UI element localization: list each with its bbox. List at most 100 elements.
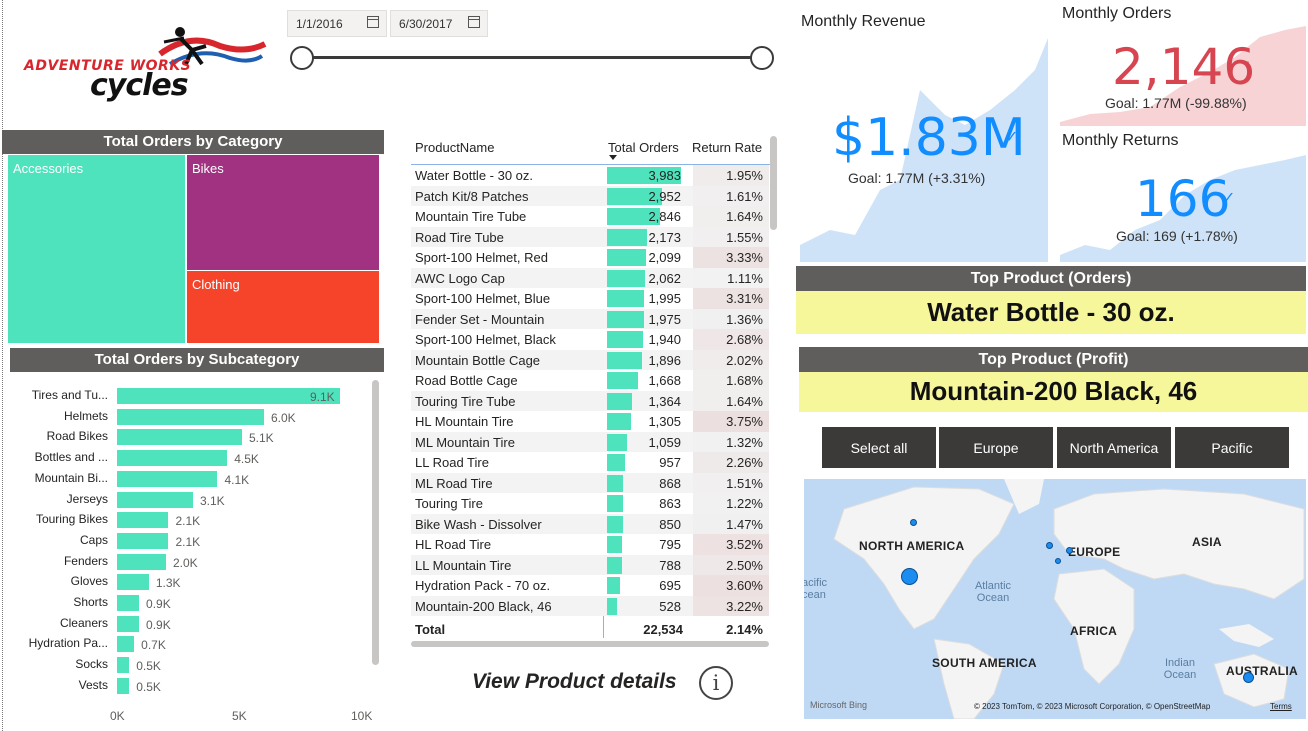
map-bubble[interactable] (1243, 672, 1254, 683)
total-orders-cell: 868 (607, 473, 683, 494)
table-row[interactable]: HL Mountain Tire 1,305 3.75% (411, 411, 769, 432)
calendar-icon[interactable] (468, 16, 480, 28)
orders-databar (607, 474, 624, 492)
table-row[interactable]: ML Road Tire 868 1.51% (411, 472, 769, 494)
table-row[interactable]: Fender Set - Mountain 1,975 1.36% (411, 308, 769, 329)
map-bubble[interactable] (901, 568, 918, 585)
column-header-productname[interactable]: ProductName (415, 140, 494, 155)
bar-label: Hydration Pa... (28, 636, 108, 651)
start-date-input[interactable]: 1/1/2016 (287, 10, 387, 37)
date-range-slider-track[interactable] (302, 56, 762, 59)
orders-value: 528 (659, 598, 681, 614)
region-button-select-all[interactable]: Select all (821, 426, 937, 469)
bar[interactable] (117, 615, 140, 632)
table-scrollbar-horizontal[interactable] (411, 641, 769, 647)
table-row[interactable]: Mountain-200 Black, 46 528 3.22% (411, 595, 769, 616)
table-row[interactable]: Hydration Pack - 70 oz. 695 3.60% (411, 575, 769, 596)
product-name-cell: Mountain Tire Tube (415, 209, 527, 224)
total-label: Total (415, 622, 446, 637)
date-slider-end-handle[interactable] (750, 46, 774, 70)
product-name-cell: Touring Tire (415, 496, 483, 511)
map-bubble[interactable] (910, 519, 917, 526)
table-row[interactable]: ML Mountain Tire 1,059 1.32% (411, 431, 769, 452)
total-orders-cell: 1,995 (607, 288, 683, 309)
total-orders-cell: 1,305 (607, 411, 683, 432)
total-orders: 22,534 (643, 622, 683, 637)
return-rate-value: 3.31% (726, 291, 763, 306)
bar-value-label: 0.7K (141, 638, 166, 653)
end-date-input[interactable]: 6/30/2017 (390, 10, 488, 37)
top-product-profit-header: Top Product (Profit) (799, 347, 1308, 372)
table-row[interactable]: Sport-100 Helmet, Black 1,940 2.68% (411, 329, 769, 350)
map-terms-link[interactable]: Terms (1270, 702, 1292, 711)
return-rate-cell: 1.64% (693, 206, 769, 227)
treemap-title: Total Orders by Category (2, 130, 384, 154)
column-header-total-orders[interactable]: Total Orders (608, 140, 679, 155)
product-table-body: Water Bottle - 30 oz. 3,983 1.95% Patch Kit… (0, 165, 780, 616)
checkmark-icon: ✓ (1005, 129, 1019, 146)
region-button-north-america[interactable]: North America (1056, 426, 1172, 469)
return-rate-cell: 1.36% (693, 308, 769, 329)
map-label-north-america: NORTH AMERICA (859, 539, 965, 553)
table-row[interactable]: Touring Tire Tube 1,364 1.64% (411, 390, 769, 411)
orders-value: 868 (659, 475, 681, 491)
total-orders-cell: 2,846 (607, 206, 683, 227)
total-return-rate: 2.14% (726, 622, 763, 637)
bar[interactable] (117, 657, 130, 674)
table-row[interactable]: Sport-100 Helmet, Blue 1,995 3.31% (411, 288, 769, 309)
table-row[interactable]: Road Tire Tube 2,173 1.55% (411, 226, 769, 247)
orders-databar (607, 351, 643, 369)
region-button-pacific[interactable]: Pacific (1174, 426, 1290, 469)
sort-descending-icon (609, 155, 617, 160)
world-map[interactable]: NORTH AMERICA EUROPE ASIA AFRICA SOUTH A… (804, 479, 1306, 719)
orders-value: 1,995 (648, 291, 681, 306)
table-row[interactable]: LL Road Tire 957 2.26% (411, 452, 769, 473)
return-rate-value: 1.64% (726, 209, 763, 224)
product-name-cell: HL Road Tire (415, 537, 492, 552)
table-row[interactable]: Patch Kit/8 Patches 2,952 1.61% (411, 185, 769, 206)
orders-value: 2,952 (648, 188, 681, 204)
map-bubble[interactable] (1066, 547, 1073, 554)
table-row[interactable]: HL Road Tire 795 3.52% (411, 534, 769, 555)
table-row[interactable]: Water Bottle - 30 oz. 3,983 1.95% (411, 165, 769, 186)
table-row[interactable]: Road Bottle Cage 1,668 1.68% (411, 370, 769, 391)
table-row[interactable]: Touring Tire 863 1.22% (411, 493, 769, 514)
table-row[interactable]: Mountain Bottle Cage 1,896 2.02% (411, 349, 769, 370)
column-header-return-rate[interactable]: Return Rate (692, 140, 762, 155)
warning-icon: ! (1246, 58, 1250, 74)
table-scrollbar-vertical[interactable] (770, 136, 777, 230)
table-row[interactable]: Sport-100 Helmet, Red 2,099 3.33% (411, 247, 769, 268)
product-name-cell: Hydration Pack - 70 oz. (415, 578, 551, 593)
view-product-details-link[interactable]: View Product details (472, 670, 677, 694)
orders-value: 1,364 (648, 393, 681, 409)
calendar-icon[interactable] (367, 16, 379, 28)
monthly-revenue-title: Monthly Revenue (801, 13, 926, 30)
info-icon[interactable]: i (699, 666, 733, 700)
return-rate-cell: 1.68% (693, 370, 769, 391)
return-rate-cell: 1.22% (693, 493, 769, 514)
table-row[interactable]: LL Mountain Tire 788 2.50% (411, 554, 769, 575)
bar[interactable] (117, 636, 135, 653)
return-rate-value: 3.33% (726, 250, 763, 265)
map-bubble[interactable] (1046, 542, 1053, 549)
return-rate-cell: 2.26% (693, 452, 769, 473)
date-slider-start-handle[interactable] (290, 46, 314, 70)
return-rate-value: 3.52% (726, 537, 763, 552)
table-row[interactable]: AWC Logo Cap 2,062 1.11% (411, 267, 769, 288)
table-row[interactable]: Mountain Tire Tube 2,846 1.64% (411, 206, 769, 227)
map-label-indian: Indian Ocean (1163, 657, 1197, 681)
map-label-asia: ASIA (1192, 535, 1222, 549)
table-row[interactable]: Bike Wash - Dissolver 850 1.47% (411, 513, 769, 534)
product-name-cell: Mountain Bottle Cage (415, 352, 541, 368)
region-button-europe[interactable]: Europe (938, 426, 1054, 469)
bar[interactable] (117, 677, 130, 694)
map-label-europe: EUROPE (1068, 545, 1121, 559)
return-rate-cell: 2.68% (693, 329, 769, 350)
orders-databar (607, 515, 623, 533)
map-bubble[interactable] (1055, 558, 1061, 564)
orders-databar (607, 249, 646, 266)
product-name-cell: ML Mountain Tire (415, 434, 515, 450)
return-rate-cell: 1.95% (693, 165, 769, 186)
product-name-cell: LL Mountain Tire (415, 557, 512, 573)
end-date-value: 6/30/2017 (399, 17, 453, 31)
